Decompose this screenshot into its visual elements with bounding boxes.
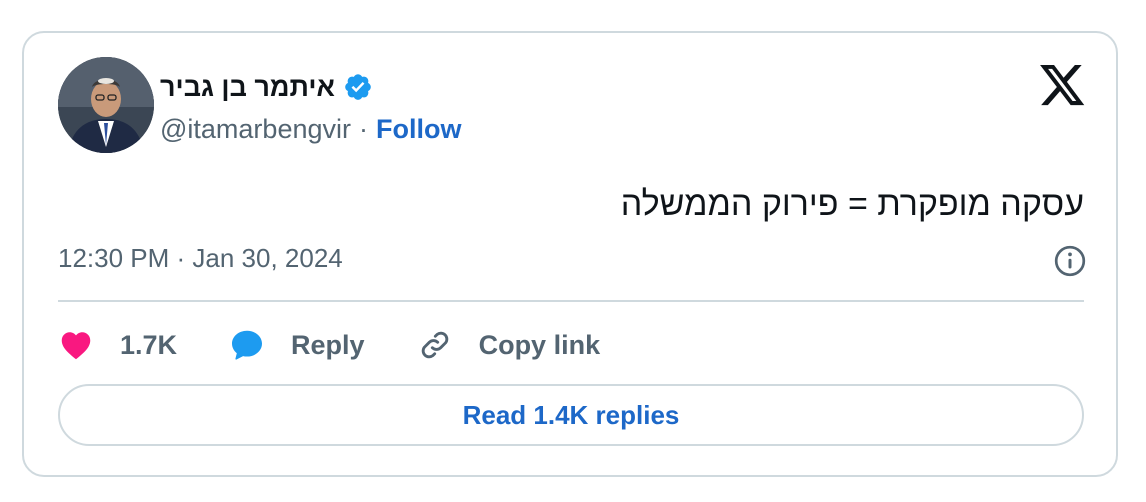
tweet-actions: 1.7K Reply Copy link	[58, 325, 652, 365]
tweet-text: עסקה מופקרת = פירוק הממשלה	[620, 185, 1084, 223]
reply-button[interactable]: Reply	[229, 327, 365, 363]
divider	[58, 300, 1084, 302]
author-handle[interactable]: @itamarbengvir	[160, 114, 351, 145]
copy-link-button[interactable]: Copy link	[417, 327, 601, 363]
reply-label: Reply	[291, 329, 365, 360]
like-count: 1.7K	[120, 329, 178, 360]
author-display-name[interactable]: איתמר בן גביר	[160, 72, 335, 103]
copy-link-label: Copy link	[478, 329, 601, 360]
follow-button[interactable]: Follow	[376, 114, 461, 145]
read-replies-button[interactable]: Read 1.4K replies	[58, 384, 1084, 446]
author-handle-row: @itamarbengvir · Follow	[160, 111, 461, 147]
x-logo-icon[interactable]	[1040, 65, 1086, 107]
info-icon[interactable]	[1052, 243, 1088, 279]
tweet-card: איתמר בן גביר @itamarbengvir · Follow עס…	[22, 31, 1118, 477]
link-icon	[421, 331, 448, 359]
author-name-row: איתמר בן גביר	[160, 69, 373, 105]
like-button[interactable]: 1.7K	[58, 327, 177, 363]
avatar[interactable]	[58, 57, 154, 153]
tweet-timestamp[interactable]: 12:30 PM · Jan 30, 2024	[58, 243, 343, 274]
reply-icon	[232, 330, 263, 360]
verified-badge-icon	[343, 72, 373, 102]
heart-icon	[61, 332, 91, 360]
separator-dot: ·	[358, 113, 368, 144]
